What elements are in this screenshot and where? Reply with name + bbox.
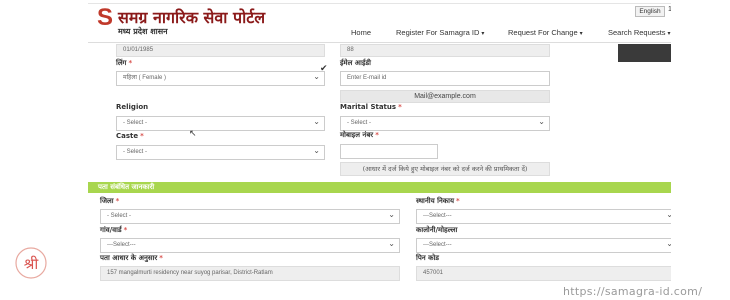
- village-ward-label: गांव/वार्ड *: [100, 226, 127, 235]
- nav-register[interactable]: Register For Samagra ID ▾: [396, 28, 484, 37]
- required-marker: *: [375, 131, 379, 139]
- gender-label: लिंग *: [116, 59, 132, 68]
- nav-home-label: Home: [351, 28, 372, 37]
- aadhaar-address-label-text: पता आधार के अनुसार: [100, 254, 158, 262]
- portal-subtitle: मध्य प्रदेश शासन: [118, 27, 168, 36]
- aadhaar-address-field: 157 mangalmurti residency near suyog par…: [100, 266, 400, 281]
- email-display: Mail@example.com: [340, 90, 550, 103]
- required-marker: *: [115, 197, 120, 205]
- gender-label-text: लिंग: [116, 59, 127, 67]
- mobile-input[interactable]: [340, 144, 438, 159]
- mobile-label-text: मोबाइल नंबर: [340, 131, 374, 139]
- mouse-pointer-icon: ↖: [189, 128, 197, 138]
- samagra-logo-icon[interactable]: S: [97, 6, 117, 30]
- nav-search-requests[interactable]: Search Requests ▾: [608, 28, 671, 37]
- email-input[interactable]: Enter E-mail id: [340, 71, 550, 86]
- caret-down-icon: ▾: [579, 31, 583, 37]
- local-body-select[interactable]: ---Select---: [416, 209, 671, 224]
- header-image: [618, 44, 671, 62]
- mobile-label: मोबाइल नंबर *: [340, 131, 379, 140]
- required-marker: *: [140, 132, 144, 140]
- required-marker: *: [159, 254, 163, 262]
- local-body-label-text: स्थानीय निकाय: [416, 197, 455, 205]
- portal-page: S समग्र नागरिक सेवा पोर्टल मध्य प्रदेश श…: [88, 0, 671, 300]
- watermark-logo-glyph: श्री: [24, 255, 40, 273]
- village-ward-label-text: गांव/वार्ड: [100, 226, 122, 234]
- village-ward-select[interactable]: ---Select---: [100, 238, 400, 253]
- nav-request-change-label: Request For Change: [508, 28, 578, 37]
- samagra-watermark-logo-icon: श्री: [15, 247, 47, 279]
- district-label-text: जिला: [100, 197, 114, 205]
- caste-label-text: Caste: [116, 132, 139, 140]
- nav-home[interactable]: Home: [351, 28, 371, 37]
- required-marker: *: [128, 59, 133, 67]
- required-marker: *: [123, 226, 128, 234]
- language-extra: 1: [668, 6, 671, 13]
- top-divider: [88, 3, 671, 4]
- age-field: 88: [340, 44, 550, 57]
- colony-label: कालोनी/मोहल्ला: [416, 226, 458, 234]
- nav-register-label: Register For Samagra ID: [396, 28, 480, 37]
- language-button[interactable]: English: [635, 6, 665, 17]
- caste-select[interactable]: - Select -: [116, 145, 325, 160]
- caret-down-icon: ▾: [667, 31, 671, 37]
- required-marker: *: [398, 103, 402, 111]
- pincode-label: पिन कोड: [416, 254, 440, 262]
- dob-field: 01/01/1985: [116, 44, 325, 57]
- portal-title: समग्र नागरिक सेवा पोर्टल: [118, 8, 266, 27]
- right-margin: [671, 0, 730, 300]
- marital-label: Marital Status *: [340, 103, 402, 111]
- marital-select[interactable]: - Select -: [340, 116, 550, 131]
- pincode-field: 457001: [416, 266, 671, 281]
- header-divider: [88, 42, 671, 43]
- religion-label: Religion: [116, 103, 149, 111]
- gender-select[interactable]: महिला ( Female ): [116, 71, 325, 86]
- address-section-header: पता संबंधित जानकारी: [88, 182, 671, 193]
- email-label: ईमेल आईडी: [340, 59, 371, 67]
- district-select[interactable]: - Select -: [100, 209, 400, 224]
- caste-label: Caste *: [116, 132, 144, 140]
- local-body-label: स्थानीय निकाय *: [416, 197, 460, 206]
- colony-select[interactable]: ---Select---: [416, 238, 671, 253]
- caret-down-icon: ▾: [481, 31, 485, 37]
- aadhaar-address-label: पता आधार के अनुसार *: [100, 254, 163, 263]
- district-label: जिला *: [100, 197, 119, 206]
- marital-label-text: Marital Status: [340, 103, 397, 111]
- religion-select[interactable]: - Select -: [116, 116, 325, 131]
- required-marker: *: [456, 197, 460, 205]
- mobile-hint: (आधार में दर्ज किये हुए मोबाइल नंबर को द…: [340, 162, 550, 176]
- nav-search-requests-label: Search Requests: [608, 28, 666, 37]
- website-watermark: https://samagra-id.com/: [563, 285, 703, 298]
- nav-request-change[interactable]: Request For Change ▾: [508, 28, 583, 37]
